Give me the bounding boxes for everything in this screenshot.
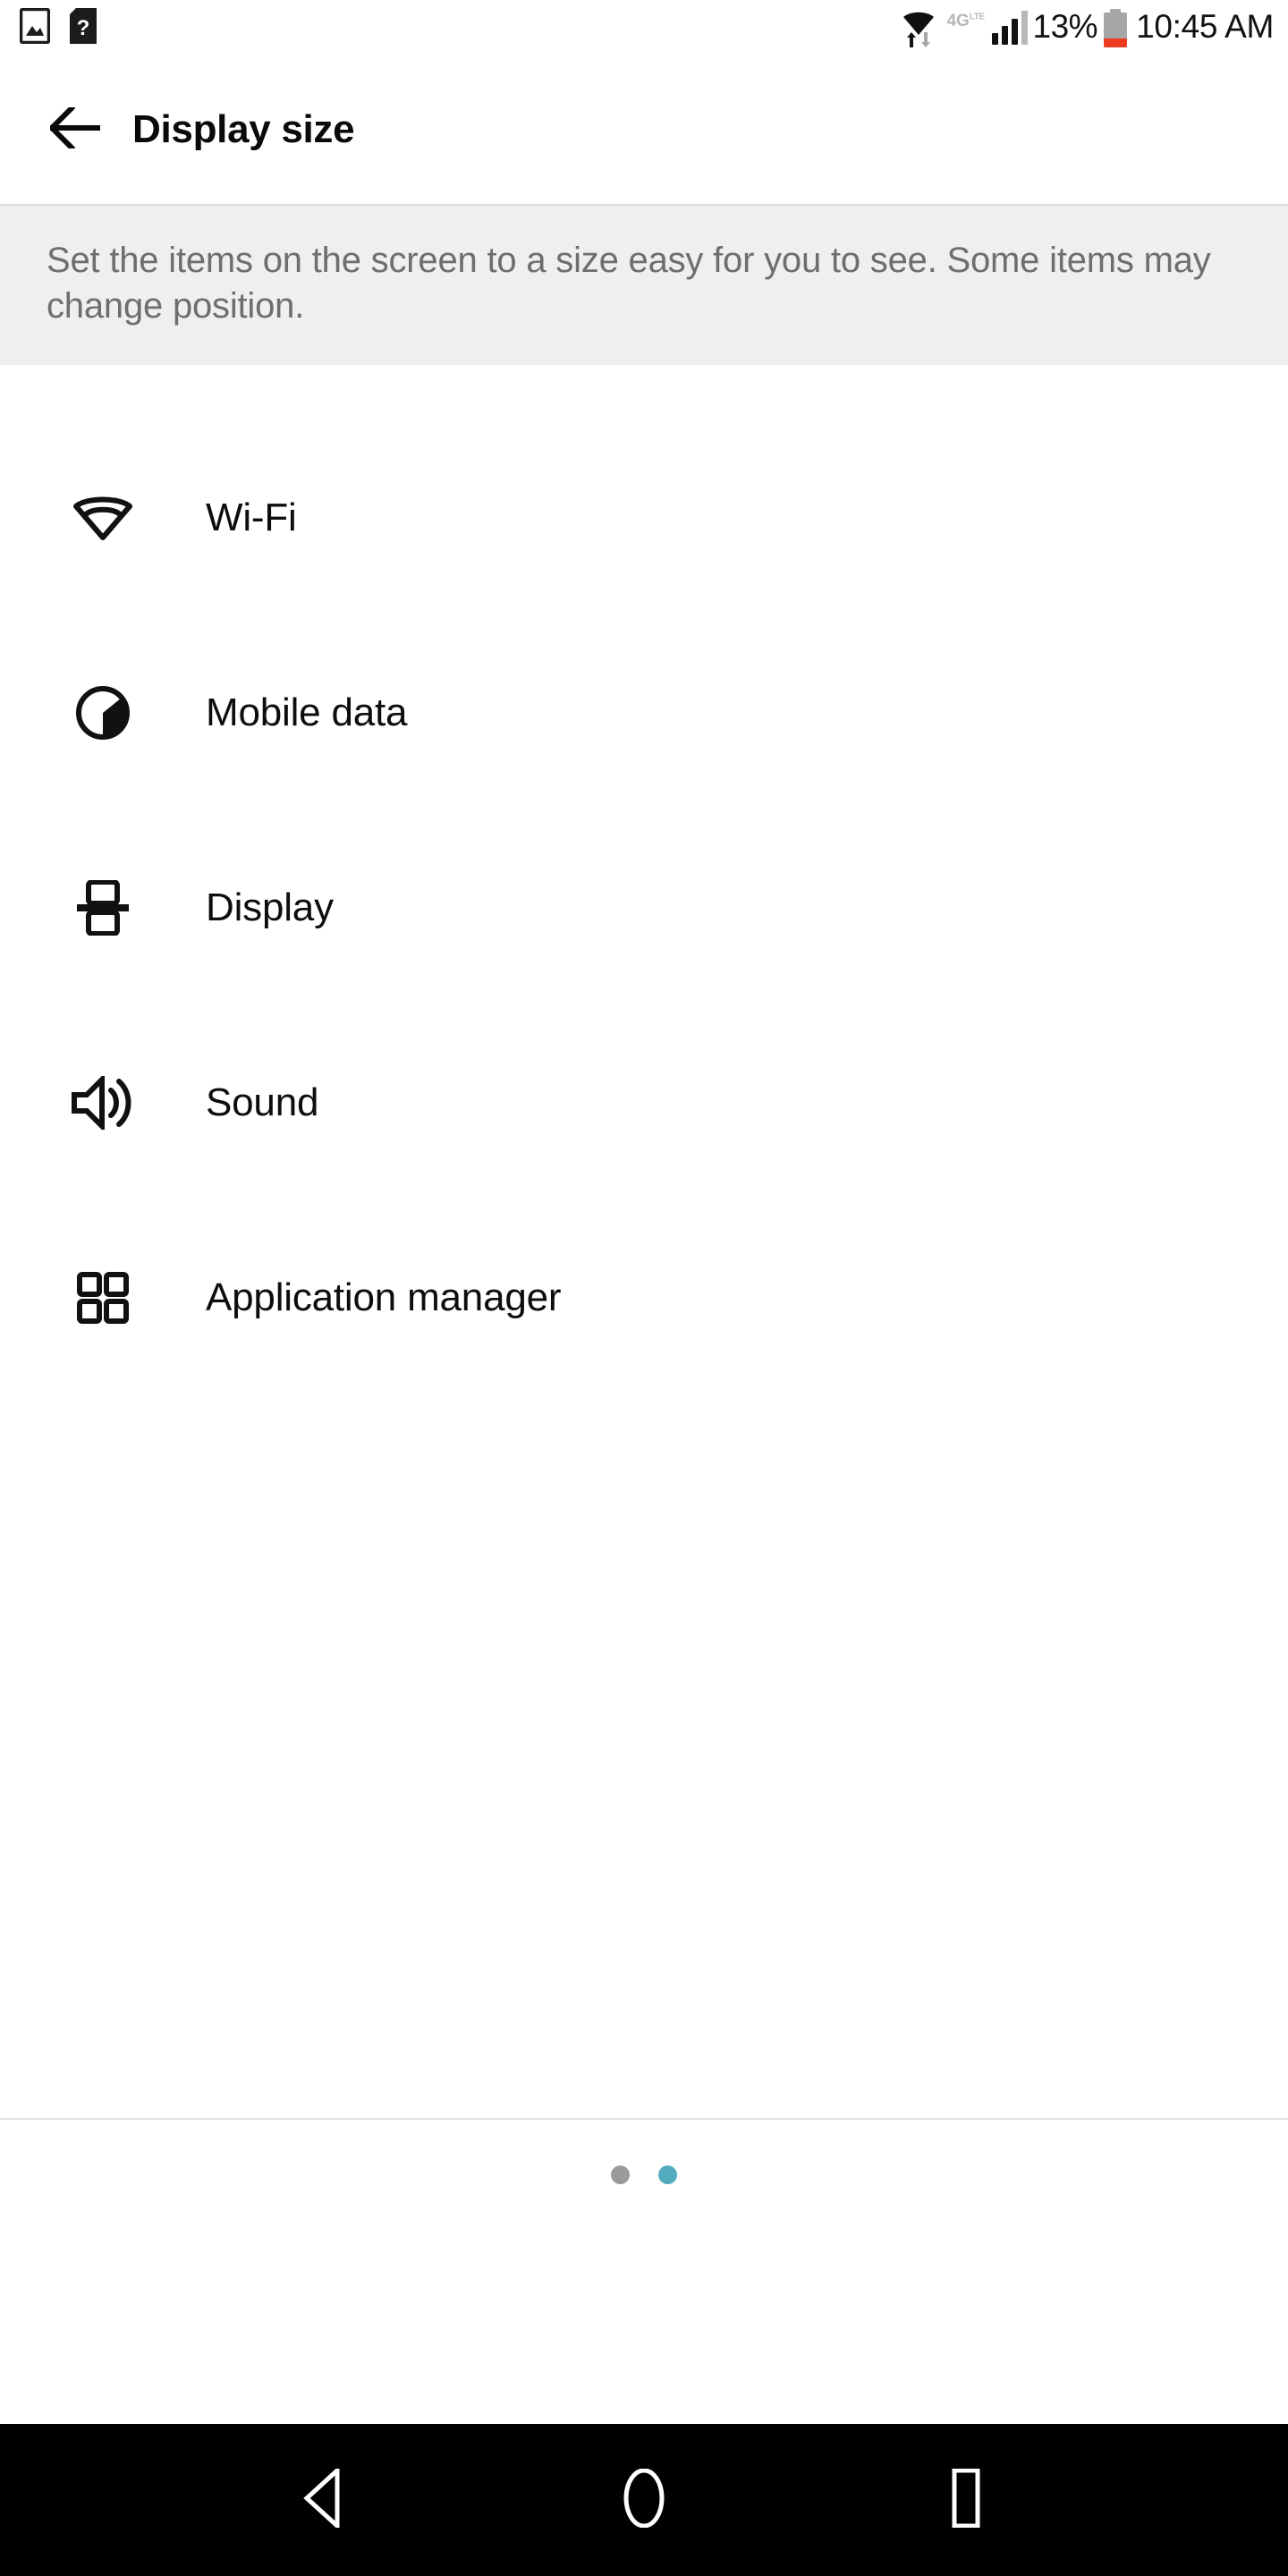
sound-icon (0, 1005, 206, 1200)
arrow-left-icon (47, 104, 102, 153)
list-item-label: Sound (206, 1080, 319, 1124)
nav-home-button[interactable] (555, 2424, 733, 2576)
circle-icon (623, 2468, 665, 2532)
status-bar-left-icons: ? (19, 0, 97, 55)
status-bar: ? 4GLTE 13% 10:45 AM (0, 0, 1288, 55)
signal-bars-icon (991, 11, 1028, 45)
battery-low-icon (1104, 8, 1128, 47)
svg-text:?: ? (77, 16, 90, 40)
list-item[interactable]: Mobile data (0, 615, 1288, 810)
display-size-screen: ? 4GLTE 13% 10:45 AM Display size Set th… (0, 0, 1288, 2576)
display-size-slider-area (0, 2216, 1288, 2415)
wifi-transfer-icon (900, 8, 937, 47)
navigation-bar (0, 2424, 1288, 2576)
list-item-label: Mobile data (206, 691, 408, 734)
preview-list: Wi-Fi Mobile data Display Sound Applicat… (0, 365, 1288, 2118)
question-sim-icon: ? (70, 7, 97, 48)
page-indicator (0, 2118, 1288, 2216)
network-type-label: 4GLTE (946, 11, 985, 30)
list-item[interactable]: Wi-Fi (0, 420, 1288, 615)
nav-back-button[interactable] (233, 2424, 411, 2576)
triangle-left-icon (303, 2464, 341, 2532)
list-item-label: Display (206, 886, 334, 929)
app-grid-icon (0, 1200, 206, 1395)
action-bar: Display size (0, 55, 1288, 204)
page-dot-2[interactable] (658, 2165, 677, 2184)
list-item-label: Application manager (206, 1275, 562, 1319)
nav-recents-button[interactable] (877, 2424, 1055, 2576)
square-icon (945, 2468, 987, 2532)
list-item[interactable]: Display (0, 810, 1288, 1005)
list-item-label: Wi-Fi (206, 496, 297, 539)
list-item[interactable]: Application manager (0, 1200, 1288, 1395)
wifi-icon (0, 420, 206, 615)
description-panel: Set the items on the screen to a size ea… (0, 204, 1288, 365)
status-bar-right-icons: 4GLTE 13% 10:45 AM (900, 0, 1274, 55)
status-bar-clock: 10:45 AM (1136, 8, 1274, 45)
page-dot-1[interactable] (611, 2165, 630, 2184)
back-button[interactable] (29, 55, 122, 204)
page-title: Display size (132, 107, 355, 151)
battery-percent-label: 13% (1032, 8, 1098, 45)
screenshot-icon (19, 7, 51, 48)
list-item[interactable]: Sound (0, 1005, 1288, 1200)
mobile-data-icon (0, 615, 206, 810)
description-text: Set the items on the screen to a size ea… (47, 241, 1211, 326)
display-icon (0, 810, 206, 1005)
